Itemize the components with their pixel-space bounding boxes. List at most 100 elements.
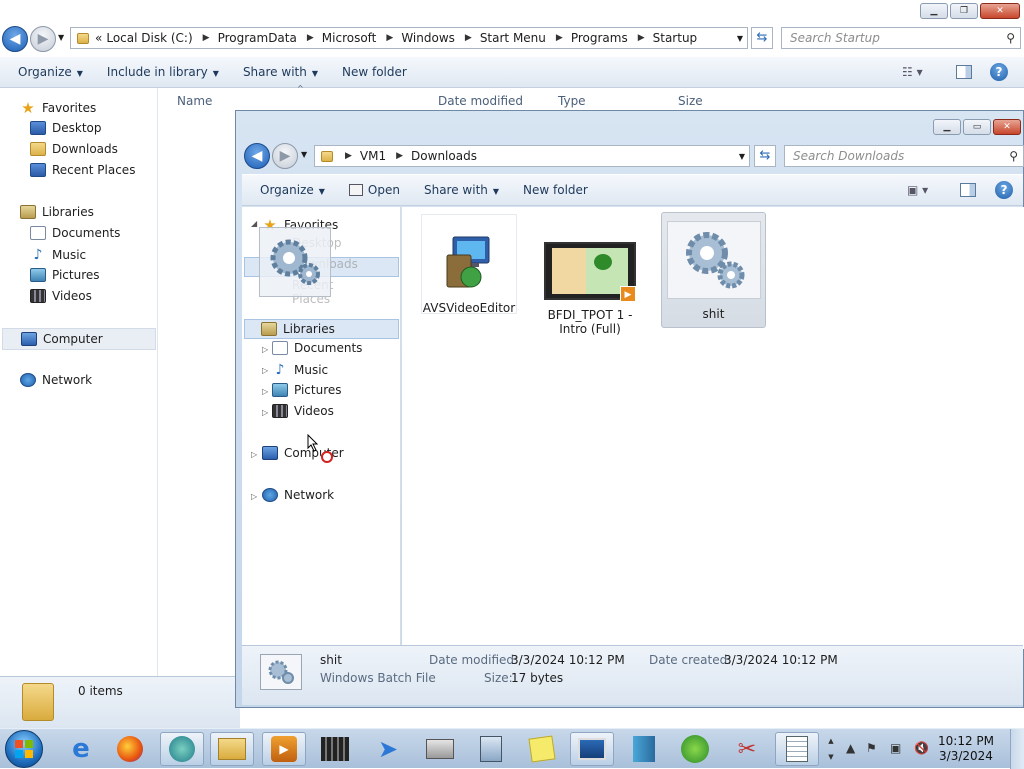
archive-icon[interactable] bbox=[622, 732, 666, 766]
view-options-icon[interactable]: ▣ ▾ bbox=[907, 183, 928, 197]
organize-button[interactable]: Organize ▼ bbox=[242, 183, 337, 197]
organize-button[interactable]: Organize ▼ bbox=[0, 65, 95, 79]
view-options-icon[interactable]: ☷ ▾ bbox=[902, 65, 923, 79]
media-player-icon[interactable]: ▶ bbox=[262, 732, 306, 766]
calculator-icon[interactable] bbox=[469, 732, 513, 766]
file-item[interactable]: ▶ BFDI_TPOT 1 - Intro (Full) bbox=[542, 214, 638, 344]
breadcrumb-item[interactable]: Microsoft bbox=[322, 31, 377, 45]
downloads-titlebar[interactable]: ▁ ▭ ✕ bbox=[236, 111, 1023, 141]
nav-music[interactable]: ♪ Music bbox=[30, 247, 87, 263]
remote-desktop-icon[interactable] bbox=[570, 732, 614, 766]
nav-computer[interactable]: Computer bbox=[2, 328, 156, 350]
column-size[interactable]: Size bbox=[678, 94, 703, 108]
column-type[interactable]: Type bbox=[558, 94, 586, 108]
windows-update-icon[interactable] bbox=[673, 732, 717, 766]
nav-documents[interactable]: Documents bbox=[272, 341, 362, 355]
nav-pictures[interactable]: Pictures bbox=[272, 383, 342, 397]
recent-pages-icon[interactable]: ▼ bbox=[301, 150, 307, 159]
printer-icon[interactable] bbox=[418, 732, 462, 766]
close-button[interactable]: ✕ bbox=[980, 3, 1020, 19]
nav-network[interactable]: Network bbox=[262, 488, 334, 502]
network-tray-icon[interactable]: ▣ bbox=[890, 741, 901, 755]
messenger-icon[interactable]: ➤ bbox=[366, 732, 410, 766]
nav-network[interactable]: Network bbox=[20, 373, 92, 387]
firefox-icon[interactable] bbox=[108, 732, 152, 766]
startup-titlebar[interactable]: ▁ ❐ ✕ bbox=[0, 0, 1024, 24]
breadcrumb-item[interactable]: Programs bbox=[571, 31, 628, 45]
help-icon[interactable]: ? bbox=[990, 63, 1008, 81]
expand-arrow-icon[interactable]: ▷ bbox=[262, 387, 268, 396]
open-button[interactable]: Open bbox=[337, 183, 412, 197]
breadcrumb-separator-icon[interactable]: ▶ bbox=[396, 151, 403, 161]
start-button[interactable] bbox=[5, 730, 43, 768]
search-icon[interactable]: ⚲ bbox=[1006, 31, 1015, 45]
search-icon[interactable]: ⚲ bbox=[1009, 149, 1018, 163]
refresh-button[interactable]: ⇆ bbox=[754, 145, 776, 167]
search-input[interactable]: Search Downloads ⚲ bbox=[784, 145, 1024, 167]
breadcrumb-separator-icon[interactable]: ▶ bbox=[203, 33, 210, 43]
breadcrumb-separator-icon[interactable]: ▶ bbox=[307, 33, 314, 43]
breadcrumb-separator-icon[interactable]: ▶ bbox=[638, 33, 645, 43]
minimize-button[interactable]: ▁ bbox=[933, 119, 961, 135]
help-icon[interactable]: ? bbox=[995, 181, 1013, 199]
nav-downloads[interactable]: Downloads bbox=[30, 142, 118, 156]
nav-music[interactable]: ♪ Music bbox=[272, 362, 329, 378]
forward-button[interactable]: ▶ bbox=[272, 143, 298, 169]
nav-libraries[interactable]: Libraries bbox=[244, 319, 399, 339]
file-item-selected[interactable]: shit bbox=[661, 212, 766, 328]
breadcrumb-item[interactable]: Windows bbox=[401, 31, 455, 45]
nav-pictures[interactable]: Pictures bbox=[30, 268, 100, 282]
maximize-button[interactable]: ❐ bbox=[950, 3, 978, 19]
breadcrumb-item[interactable]: ProgramData bbox=[218, 31, 297, 45]
search-input[interactable]: Search Startup ⚲ bbox=[781, 27, 1021, 49]
show-hidden-icons-icon[interactable]: ▲ bbox=[846, 741, 855, 755]
column-date-modified[interactable]: Date modified bbox=[438, 94, 523, 108]
share-with-button[interactable]: Share with ▼ bbox=[412, 183, 511, 197]
preview-pane-icon[interactable] bbox=[956, 65, 972, 79]
minimize-button[interactable]: ▁ bbox=[920, 3, 948, 19]
new-folder-button[interactable]: New folder bbox=[330, 65, 419, 79]
breadcrumb-overflow[interactable]: « bbox=[95, 31, 102, 45]
nav-favorites[interactable]: ★ Favorites bbox=[20, 99, 96, 117]
action-center-flag-icon[interactable]: ⚑ bbox=[866, 741, 877, 755]
forward-button[interactable]: ▶ bbox=[30, 26, 56, 52]
maximize-button[interactable]: ▭ bbox=[963, 119, 991, 135]
nav-desktop[interactable]: Desktop bbox=[30, 121, 102, 135]
preview-pane-icon[interactable] bbox=[960, 183, 976, 197]
breadcrumb-item[interactable]: VM1 bbox=[360, 149, 386, 163]
expand-arrow-icon[interactable]: ▷ bbox=[262, 345, 268, 354]
address-dropdown-icon[interactable]: ▼ bbox=[739, 152, 745, 161]
notepad-icon[interactable] bbox=[775, 732, 819, 766]
taskbar-scroll[interactable]: ▲ ▼ bbox=[826, 733, 836, 765]
nav-videos[interactable]: Videos bbox=[30, 289, 92, 303]
nav-documents[interactable]: Documents bbox=[30, 226, 120, 240]
system-clock[interactable]: 10:12 PM 3/3/2024 bbox=[938, 734, 994, 764]
expand-arrow-icon[interactable]: ▷ bbox=[262, 408, 268, 417]
file-item[interactable]: AVSVideoEditor bbox=[421, 214, 517, 315]
nav-videos[interactable]: Videos bbox=[272, 404, 334, 418]
nav-libraries[interactable]: Libraries bbox=[20, 205, 94, 219]
internet-explorer-icon[interactable]: e bbox=[59, 732, 103, 766]
breadcrumb-item[interactable]: Downloads bbox=[411, 149, 477, 163]
breadcrumb-separator-icon[interactable]: ▶ bbox=[345, 151, 352, 161]
share-with-button[interactable]: Share with ▼ bbox=[231, 65, 330, 79]
expand-arrow-icon[interactable]: ▷ bbox=[251, 492, 257, 501]
expand-arrow-icon[interactable]: ◢ bbox=[251, 219, 257, 228]
address-bar[interactable]: « Local Disk (C:) ▶ ProgramData ▶ Microsof… bbox=[70, 27, 748, 49]
snipping-tool-icon[interactable]: ✂ bbox=[725, 732, 769, 766]
recent-pages-icon[interactable]: ▼ bbox=[58, 33, 64, 42]
expand-arrow-icon[interactable]: ▷ bbox=[262, 366, 268, 375]
breadcrumb-item[interactable]: Startup bbox=[653, 31, 698, 45]
include-in-library-button[interactable]: Include in library ▼ bbox=[95, 65, 231, 79]
expand-arrow-icon[interactable]: ▷ bbox=[251, 450, 257, 459]
back-button[interactable]: ◀ bbox=[244, 143, 270, 169]
nav-recent-places[interactable]: Recent Places bbox=[30, 163, 135, 177]
breadcrumb-separator-icon[interactable]: ▶ bbox=[465, 33, 472, 43]
app-globe-icon[interactable] bbox=[160, 732, 204, 766]
breadcrumb-item[interactable]: Start Menu bbox=[480, 31, 546, 45]
refresh-button[interactable]: ⇆ bbox=[751, 27, 773, 49]
new-folder-button[interactable]: New folder bbox=[511, 183, 600, 197]
back-button[interactable]: ◀ bbox=[2, 26, 28, 52]
address-dropdown-icon[interactable]: ▼ bbox=[737, 34, 743, 43]
movie-maker-icon[interactable] bbox=[313, 732, 357, 766]
